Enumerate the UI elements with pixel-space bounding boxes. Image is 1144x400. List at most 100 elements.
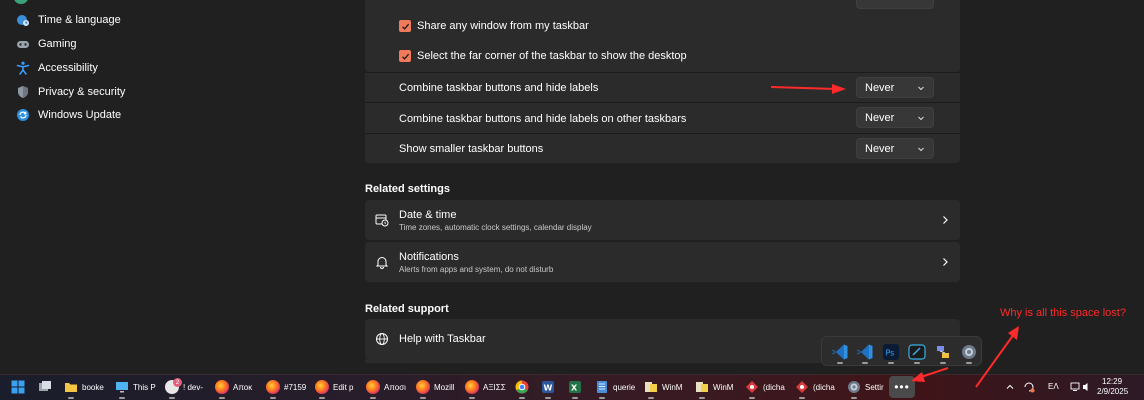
sidebar-item-label: Accessibility — [38, 62, 98, 74]
smaller-buttons-label: Show smaller taskbar buttons — [399, 143, 544, 155]
snip-tool-icon[interactable] — [908, 343, 926, 361]
taskbar-app-label: Αποκ — [233, 382, 253, 392]
calendar-clock-icon — [375, 213, 389, 227]
running-indicator — [119, 397, 125, 399]
windows-logo-icon — [11, 380, 25, 394]
sidebar-item-privacy-security[interactable]: Privacy & security — [8, 80, 288, 104]
network-volume-icon[interactable] — [1070, 378, 1092, 396]
input-language-indicator[interactable]: ΕΛ — [1048, 382, 1059, 391]
gear-icon[interactable] — [960, 343, 978, 361]
settings-sidebar: Time & language Gaming Accessibility Pri… — [0, 0, 300, 374]
vscode-icon[interactable] — [831, 343, 849, 361]
running-indicator — [851, 397, 857, 399]
taskbar-app-label: (dicha — [813, 382, 835, 392]
notifications-card[interactable]: Notifications Alerts from apps and syste… — [365, 242, 960, 282]
running-indicator — [914, 362, 920, 364]
combine-other-taskbars-label: Combine taskbar buttons and hide labels … — [399, 113, 687, 125]
taskbar-app-label: (dicha — [763, 382, 785, 392]
word-button[interactable]: W — [541, 378, 559, 399]
running-indicator — [599, 397, 605, 399]
partial-dropdown[interactable] — [856, 0, 934, 9]
sidebar-item-label: Time & language — [38, 14, 121, 26]
running-indicator — [888, 362, 894, 364]
sidebar-item-label: Gaming — [38, 38, 77, 50]
running-indicator — [940, 362, 946, 364]
chrome-button[interactable] — [515, 378, 533, 399]
tray-app-icon[interactable] — [1023, 378, 1035, 396]
globe-icon — [375, 332, 389, 346]
taskbar-app-button[interactable]: querie — [595, 378, 636, 399]
sidebar-item-label: Windows Update — [38, 109, 122, 121]
related-settings-title: Related settings — [365, 183, 450, 195]
taskbar-app-button[interactable]: 2 ! dev- — [165, 378, 203, 399]
gamepad-icon — [16, 37, 30, 51]
combine-buttons-dropdown[interactable]: Never — [856, 77, 934, 98]
running-indicator — [469, 397, 475, 399]
taskbar-app-button[interactable]: Αποκ — [215, 378, 253, 399]
taskbar-app-button[interactable]: WinM — [644, 378, 682, 399]
shield-icon — [16, 85, 30, 99]
firefox-icon — [215, 380, 229, 394]
clock-date[interactable]: 2/9/2025 — [1097, 387, 1128, 396]
taskbar-app-label: This P — [133, 382, 156, 392]
sidebar-item-windows-update[interactable]: Windows Update — [8, 103, 288, 127]
taskbar-app-button[interactable]: (dicha — [745, 378, 785, 399]
running-indicator — [169, 397, 175, 399]
taskbar-app-label: querie — [613, 382, 636, 392]
taskbar-app-button[interactable]: ΑΞΙΣΣ — [465, 378, 506, 399]
folder-icon — [64, 380, 78, 394]
related-support-title: Related support — [365, 303, 449, 315]
sidebar-item-label: Privacy & security — [38, 86, 126, 98]
clock-time[interactable]: 12:29 — [1102, 377, 1122, 386]
far-corner-option[interactable]: Select the far corner of the taskbar to … — [399, 50, 687, 62]
running-indicator — [219, 397, 225, 399]
svg-text:Ps: Ps — [886, 349, 895, 358]
taskbar-app-button[interactable]: Mozill — [416, 378, 454, 399]
svg-text:X: X — [571, 384, 578, 393]
excel-button[interactable]: X — [568, 378, 586, 399]
share-window-option[interactable]: Share any window from my taskbar — [399, 20, 589, 32]
checkbox-checked[interactable] — [399, 20, 411, 32]
winmerge-icon — [695, 380, 709, 394]
card-subtitle: Time zones, automatic clock settings, ca… — [399, 223, 592, 232]
annotation-text: Why is all this space lost? — [1000, 307, 1126, 319]
sidebar-item-gaming[interactable]: Gaming — [8, 32, 288, 56]
dropdown-value: Never — [865, 111, 895, 124]
running-indicator — [966, 362, 972, 364]
task-view-button[interactable] — [38, 378, 56, 396]
combine-buttons-label: Combine taskbar buttons and hide labels — [399, 82, 599, 94]
taskbar-app-button[interactable]: booke — [64, 378, 104, 399]
chrome-icon — [515, 380, 529, 394]
start-button[interactable] — [11, 378, 29, 396]
chevron-down-icon — [917, 83, 925, 95]
taskbar-app-label: WinM — [713, 382, 734, 392]
chevron-down-icon — [917, 144, 925, 156]
checkbox-checked[interactable] — [399, 50, 411, 62]
taskbar-app-button[interactable]: Settir — [847, 378, 884, 399]
firefox-icon — [416, 380, 430, 394]
taskbar-app-button[interactable]: Αποσι — [366, 378, 406, 399]
sidebar-item-time-language[interactable]: Time & language — [8, 8, 288, 32]
date-time-card[interactable]: Date & time Time zones, automatic clock … — [365, 200, 960, 240]
taskbar-app-button[interactable]: This P — [115, 378, 156, 399]
vscode-icon[interactable] — [856, 343, 874, 361]
photoshop-icon[interactable]: Ps — [882, 343, 900, 361]
tray-chevron-up-icon[interactable] — [1005, 378, 1015, 396]
taskbar-app-button[interactable]: #7159 — [266, 378, 306, 399]
word-icon: W — [541, 380, 555, 394]
taskbar-app-button[interactable]: WinM — [695, 378, 734, 399]
chevron-down-icon — [917, 113, 925, 125]
smaller-buttons-dropdown[interactable]: Never — [856, 138, 934, 159]
taskbar-app-button[interactable]: Edit p — [315, 378, 353, 399]
running-indicator — [319, 397, 325, 399]
running-indicator — [799, 397, 805, 399]
show-hidden-apps-button[interactable]: ••• — [889, 376, 915, 398]
network-tool-icon[interactable] — [934, 343, 952, 361]
bell-icon — [375, 255, 389, 269]
combine-other-taskbars-dropdown[interactable]: Never — [856, 107, 934, 128]
sidebar-item-accessibility[interactable]: Accessibility — [8, 56, 288, 80]
taskbar-app-button[interactable]: (dicha — [795, 378, 835, 399]
svg-text:W: W — [544, 384, 553, 393]
running-indicator — [270, 397, 276, 399]
running-indicator — [648, 397, 654, 399]
